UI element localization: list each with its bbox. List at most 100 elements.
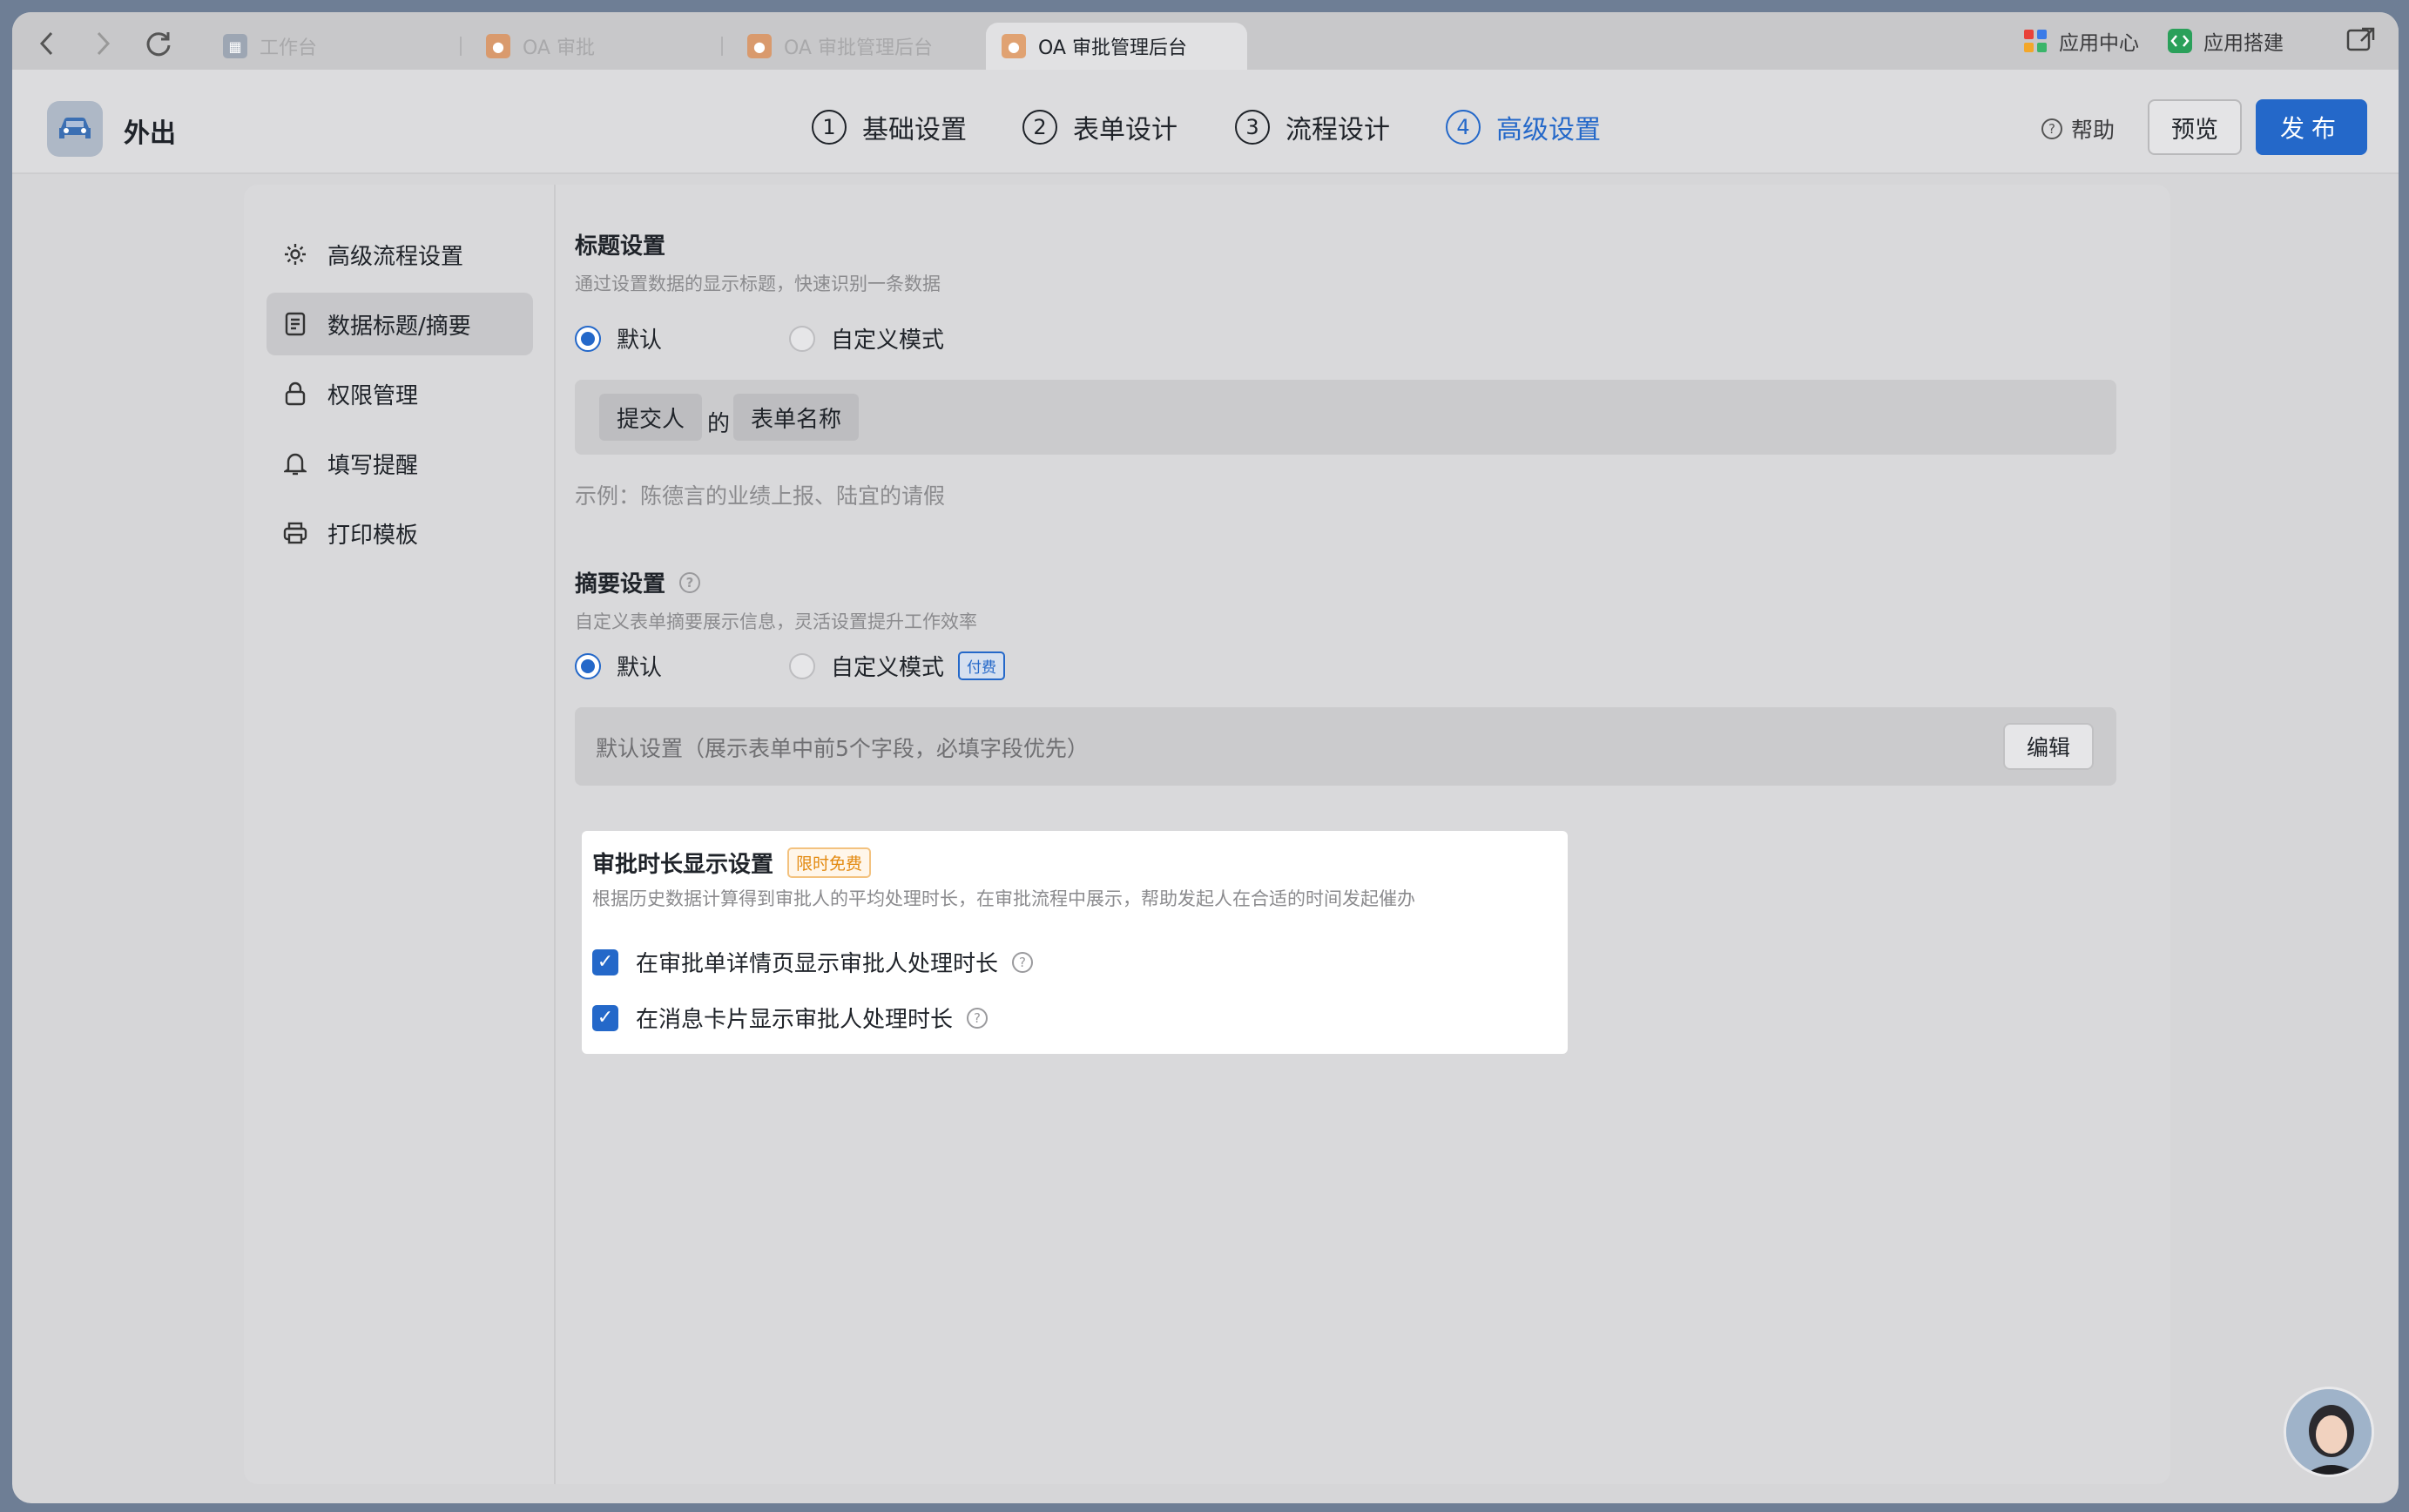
duration-title: 审批时长显示设置 — [592, 852, 774, 878]
gear-icon — [282, 241, 308, 267]
radio-label: 自定义模式 — [831, 655, 945, 681]
checkbox-label: 在审批单详情页显示审批人处理时长 — [636, 951, 999, 977]
sidebar-item-print-template[interactable]: 打印模板 — [267, 502, 533, 564]
radio-selected — [575, 652, 601, 679]
tab-label: 工作台 — [260, 37, 318, 59]
preview-button[interactable]: 预览 — [2148, 99, 2242, 155]
step-number: 2 — [1022, 110, 1057, 145]
code-icon — [2168, 29, 2192, 53]
sidebar-item-fill-reminder[interactable]: 填写提醒 — [267, 432, 533, 495]
summary-settings-heading: 摘要设置 ? — [575, 566, 701, 598]
app-build-label: 应用搭建 — [2203, 32, 2284, 55]
chevron-left-icon — [39, 31, 53, 56]
step-form-design[interactable]: 2 表单设计 — [1022, 108, 1178, 146]
tab-divider — [460, 37, 462, 56]
help-icon[interactable]: ? — [679, 571, 701, 593]
help-label: 帮助 — [2071, 118, 2115, 143]
summary-custom-radio[interactable]: 自定义模式 付费 — [789, 650, 1006, 682]
radio-unselected — [789, 652, 815, 679]
help-button[interactable]: ? 帮助 — [2041, 113, 2115, 145]
summary-settings-desc: 自定义表单摘要展示信息，灵活设置提升工作效率 — [575, 611, 977, 632]
app-window: ▦ 工作台 ● OA 审批 ● OA 审批管理后台 ● OA 审批管理后台 应用… — [12, 12, 2399, 1503]
person-icon: ● — [486, 34, 510, 58]
step-flow-design[interactable]: 3 流程设计 — [1235, 108, 1390, 146]
assistant-avatar-icon — [2286, 1389, 2372, 1475]
browser-tab-bar: ▦ 工作台 ● OA 审批 ● OA 审批管理后台 ● OA 审批管理后台 应用… — [12, 12, 2399, 70]
title-settings-heading: 标题设置 — [575, 233, 666, 260]
title-default-radio[interactable]: 默认 — [575, 322, 662, 354]
title-custom-radio[interactable]: 自定义模式 — [789, 322, 944, 354]
title-connector: 的 — [707, 411, 731, 437]
tab-label: OA 审批管理后台 — [784, 37, 933, 59]
checkbox-card-duration[interactable]: ✓ 在消息卡片显示审批人处理时长 ? — [592, 1002, 989, 1034]
title-settings-desc: 通过设置数据的显示标题，快速识别一条数据 — [575, 273, 941, 294]
refresh-icon — [146, 32, 171, 57]
chevron-right-icon — [97, 31, 111, 56]
refresh-button[interactable] — [139, 24, 178, 63]
lock-icon — [282, 381, 308, 407]
tab-oa-approval[interactable]: ● OA 审批 — [470, 23, 723, 70]
chip-form-name[interactable]: 表单名称 — [733, 394, 860, 441]
summary-default-radio[interactable]: 默认 — [575, 650, 662, 682]
step-basic-settings[interactable]: 1 基础设置 — [812, 108, 967, 146]
sidebar-item-label: 数据标题/摘要 — [327, 313, 471, 340]
help-icon[interactable]: ? — [967, 1007, 989, 1029]
assistant-avatar[interactable] — [2284, 1387, 2374, 1477]
publish-button[interactable]: 发布 — [2256, 99, 2367, 155]
app-center-link[interactable]: 应用中心 — [2022, 26, 2139, 56]
step-number: 1 — [812, 110, 847, 145]
app-center-label: 应用中心 — [2059, 32, 2139, 55]
radio-label: 自定义模式 — [831, 327, 945, 354]
sidebar-item-label: 填写提醒 — [327, 452, 419, 479]
summary-title: 摘要设置 — [575, 571, 666, 597]
person-icon: ● — [747, 34, 772, 58]
step-label: 表单设计 — [1073, 115, 1178, 145]
step-number: 3 — [1235, 110, 1270, 145]
help-icon: ? — [2041, 118, 2062, 139]
tab-divider — [721, 37, 723, 56]
check-icon: ✓ — [592, 1004, 618, 1031]
radio-label: 默认 — [617, 655, 663, 681]
back-button[interactable] — [28, 24, 66, 63]
settings-sidebar: 高级流程设置 数据标题/摘要 权限管理 填写提醒 打印模板 — [244, 185, 556, 1484]
sidebar-item-label: 权限管理 — [327, 382, 419, 409]
document-icon — [282, 311, 308, 337]
sidebar-item-label: 打印模板 — [327, 522, 419, 549]
check-icon: ✓ — [592, 948, 618, 975]
free-badge: 限时免费 — [787, 847, 872, 878]
step-advanced-settings[interactable]: 4 高级设置 — [1446, 108, 1601, 146]
sidebar-item-data-title-summary[interactable]: 数据标题/摘要 — [267, 293, 533, 355]
forward-button[interactable] — [84, 24, 122, 63]
sidebar-item-permissions[interactable]: 权限管理 — [267, 362, 533, 425]
open-external-button[interactable] — [2346, 26, 2376, 52]
help-icon[interactable]: ? — [1012, 951, 1034, 973]
tab-workbench[interactable]: ▦ 工作台 — [207, 23, 460, 70]
app-build-link[interactable]: 应用搭建 — [2167, 26, 2284, 56]
tab-oa-admin-active[interactable]: ● OA 审批管理后台 — [986, 23, 1247, 70]
title-example: 示例：陈德言的业绩上报、陆宜的请假 — [575, 483, 946, 509]
app-grid-icon — [2024, 30, 2047, 52]
tab-oa-admin[interactable]: ● OA 审批管理后台 — [732, 23, 984, 70]
summary-default-text: 默认设置（展示表单中前5个字段，必填字段优先） — [596, 736, 1089, 761]
sidebar-item-advanced-flow[interactable]: 高级流程设置 — [267, 223, 533, 286]
radio-label: 默认 — [617, 327, 663, 354]
tab-label: OA 审批管理后台 — [1038, 37, 1187, 59]
step-label: 基础设置 — [862, 115, 967, 145]
checkbox-detail-duration[interactable]: ✓ 在审批单详情页显示审批人处理时长 ? — [592, 946, 1034, 978]
workbench-icon: ▦ — [223, 34, 247, 58]
bell-icon — [282, 450, 308, 476]
step-label: 流程设计 — [1285, 115, 1390, 145]
summary-default-box: 默认设置（展示表单中前5个字段，必填字段优先） 编辑 — [575, 707, 2116, 786]
external-window-icon — [2346, 27, 2375, 51]
sidebar-item-label: 高级流程设置 — [327, 243, 464, 270]
app-header: 外出 1 基础设置 2 表单设计 3 流程设计 4 高级设置 ? 帮助 预览 发… — [12, 70, 2399, 174]
edit-button[interactable]: 编辑 — [2003, 723, 2094, 770]
printer-icon — [282, 520, 308, 546]
checkbox-label: 在消息卡片显示审批人处理时长 — [636, 1007, 954, 1033]
tab-label: OA 审批 — [523, 37, 595, 59]
car-icon — [47, 101, 103, 157]
chip-submitter[interactable]: 提交人 — [599, 394, 703, 441]
app-title: 外出 — [124, 118, 176, 149]
radio-unselected — [789, 325, 815, 352]
person-icon: ● — [1002, 34, 1026, 58]
